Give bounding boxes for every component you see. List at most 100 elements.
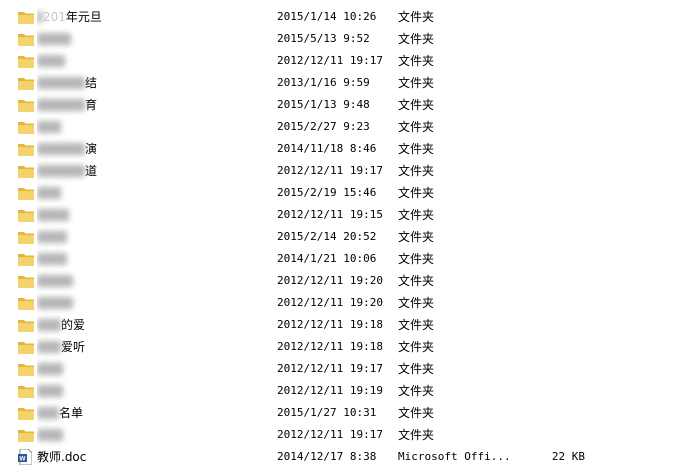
folder-icon (18, 122, 34, 134)
list-item[interactable]: 2014/1/21 10:06 文件夹 (0, 248, 679, 270)
list-item[interactable]: 演 2014/11/18 8:46 文件夹 (0, 138, 679, 160)
folder-icon (18, 364, 34, 376)
date-modified: 2015/5/13 9:52 (277, 32, 370, 45)
file-type: 文件夹 (398, 76, 435, 90)
date-modified: 2012/12/11 19:17 (277, 54, 383, 67)
file-type: 文件夹 (398, 318, 435, 332)
file-name: 道 (37, 160, 267, 182)
file-type: 文件夹 (398, 230, 435, 244)
list-item[interactable]: 2012/12/11 19:19 文件夹 (0, 380, 679, 402)
file-name (37, 50, 267, 72)
list-item[interactable]: 道 2012/12/11 19:17 文件夹 (0, 160, 679, 182)
date-modified: 2012/12/11 19:18 (277, 340, 383, 353)
folder-icon (18, 430, 34, 442)
file-type: 文件夹 (398, 186, 435, 200)
folder-icon (18, 254, 34, 266)
date-modified: 2014/12/17 8:38 (277, 450, 377, 463)
date-modified: 2012/12/11 19:19 (277, 384, 383, 397)
folder-icon (18, 34, 34, 46)
list-item[interactable]: 育 2015/1/13 9:48 文件夹 (0, 94, 679, 116)
file-name (37, 28, 267, 50)
file-type: 文件夹 (398, 384, 435, 398)
file-name: 的爱 (37, 314, 267, 336)
file-type: 文件夹 (398, 10, 435, 24)
date-modified: 2015/1/14 10:26 (277, 10, 377, 23)
date-modified: 2013/1/16 9:59 (277, 76, 370, 89)
file-list: 201年元旦 2015/1/14 10:26 文件夹 2015/5/13 9:5… (0, 6, 679, 468)
folder-icon (18, 188, 34, 200)
list-item[interactable]: 2012/12/11 19:17 文件夹 (0, 358, 679, 380)
file-name (37, 292, 267, 314)
date-modified: 2012/12/11 19:17 (277, 164, 383, 177)
list-item[interactable]: 2012/12/11 19:15 文件夹 (0, 204, 679, 226)
date-modified: 2015/2/14 20:52 (277, 230, 377, 243)
file-name (37, 204, 267, 226)
folder-icon (18, 408, 34, 420)
list-item[interactable]: 2012/12/11 19:20 文件夹 (0, 270, 679, 292)
date-modified: 2012/12/11 19:17 (277, 428, 383, 441)
date-modified: 2012/12/11 19:20 (277, 296, 383, 309)
file-type: 文件夹 (398, 32, 435, 46)
file-name (37, 380, 267, 402)
folder-icon (18, 210, 34, 222)
file-type: 文件夹 (398, 406, 435, 420)
file-name: 演 (37, 138, 267, 160)
folder-icon (18, 144, 34, 156)
list-item[interactable]: 2012/12/11 19:20 文件夹 (0, 292, 679, 314)
file-name (37, 116, 267, 138)
list-item[interactable]: 的爱 2012/12/11 19:18 文件夹 (0, 314, 679, 336)
list-item[interactable]: 2015/2/14 20:52 文件夹 (0, 226, 679, 248)
list-item[interactable]: 2012/12/11 19:17 文件夹 (0, 50, 679, 72)
file-type: 文件夹 (398, 142, 435, 156)
date-modified: 2012/12/11 19:20 (277, 274, 383, 287)
list-item[interactable]: 名单 2015/1/27 10:31 文件夹 (0, 402, 679, 424)
list-item[interactable]: 爱听 2012/12/11 19:18 文件夹 (0, 336, 679, 358)
file-name: 结 (37, 72, 267, 94)
file-name (37, 358, 267, 380)
list-item[interactable]: 2012/12/11 19:17 文件夹 (0, 424, 679, 446)
folder-icon (18, 386, 34, 398)
file-type: 文件夹 (398, 164, 435, 178)
folder-icon (18, 276, 34, 288)
file-type: 文件夹 (398, 296, 435, 310)
date-modified: 2014/1/21 10:06 (277, 252, 377, 265)
date-modified: 2012/12/11 19:15 (277, 208, 383, 221)
date-modified: 2012/12/11 19:17 (277, 362, 383, 375)
file-name: 201年元旦 (37, 6, 267, 28)
folder-icon (18, 78, 34, 90)
file-type: 文件夹 (398, 54, 435, 68)
file-type: 文件夹 (398, 428, 435, 442)
file-type: 文件夹 (398, 208, 435, 222)
word-doc-icon: W (18, 449, 32, 465)
list-item[interactable]: 结 2013/1/16 9:59 文件夹 (0, 72, 679, 94)
file-name: 教师.doc (37, 450, 87, 464)
list-item[interactable]: 2015/2/27 9:23 文件夹 (0, 116, 679, 138)
file-name (37, 424, 267, 446)
date-modified: 2012/12/11 19:18 (277, 318, 383, 331)
file-type: 文件夹 (398, 340, 435, 354)
folder-icon (18, 12, 34, 24)
file-type: Microsoft Offi... (398, 450, 511, 463)
file-type: 文件夹 (398, 274, 435, 288)
list-item[interactable]: 2015/2/19 15:46 文件夹 (0, 182, 679, 204)
folder-icon (18, 166, 34, 178)
file-type: 文件夹 (398, 252, 435, 266)
file-name (37, 182, 267, 204)
file-name (37, 270, 267, 292)
file-name (37, 226, 267, 248)
file-size: 22 KB (551, 450, 585, 463)
list-item[interactable]: 201年元旦 2015/1/14 10:26 文件夹 (0, 6, 679, 28)
folder-icon (18, 320, 34, 332)
list-item[interactable]: 2015/5/13 9:52 文件夹 (0, 28, 679, 50)
file-name (37, 248, 267, 270)
folder-icon (18, 232, 34, 244)
date-modified: 2015/2/19 15:46 (277, 186, 377, 199)
folder-icon (18, 298, 34, 310)
file-type: 文件夹 (398, 362, 435, 376)
file-name: 育 (37, 94, 267, 116)
file-name: 爱听 (37, 336, 267, 358)
list-item[interactable]: W 教师.doc 2014/12/17 8:38 Microsoft Offi.… (0, 446, 679, 468)
date-modified: 2014/11/18 8:46 (277, 142, 377, 155)
folder-icon (18, 100, 34, 112)
file-name: 名单 (37, 402, 267, 424)
